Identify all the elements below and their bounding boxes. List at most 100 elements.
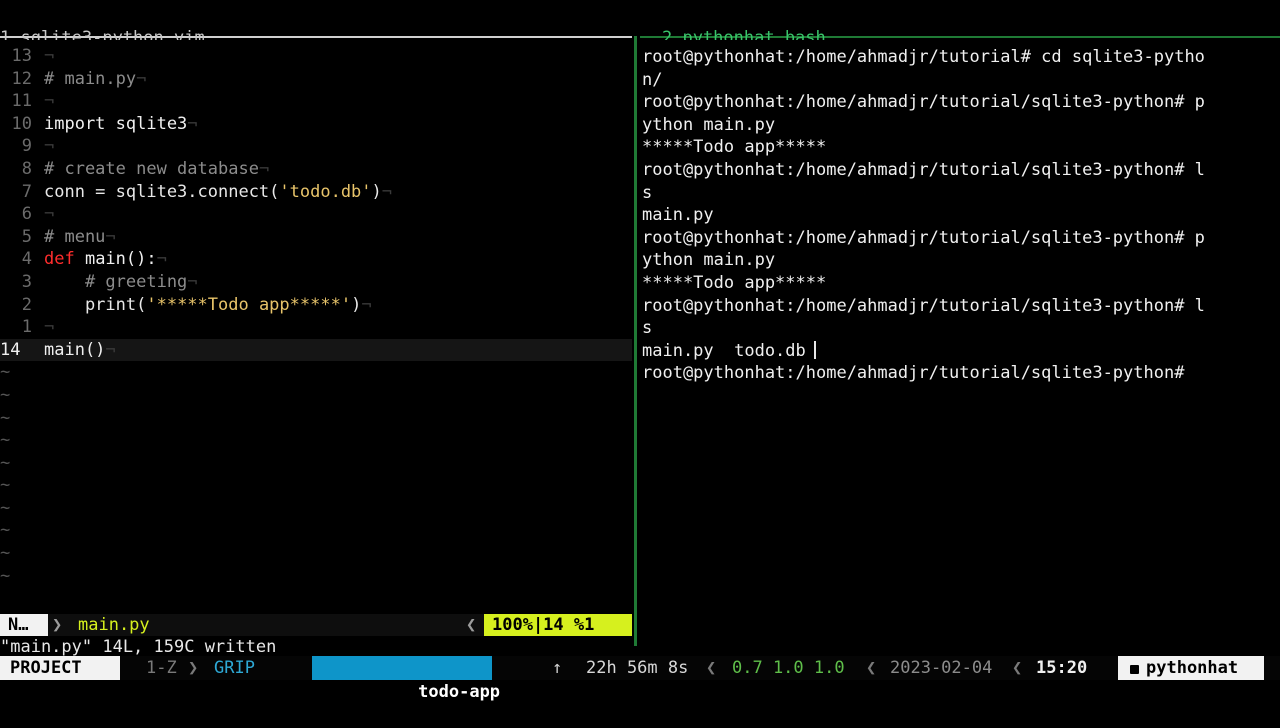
code-text: ¬ bbox=[44, 203, 54, 226]
line-number: 10 bbox=[11, 113, 32, 134]
eol-marker: ¬ bbox=[136, 68, 147, 89]
code-text: conn = sqlite3.connect('todo.db')¬ bbox=[44, 181, 392, 204]
tilde-marker: ~ bbox=[0, 475, 11, 496]
empty-buffer-line: ~ bbox=[0, 407, 632, 430]
line-number: 6 bbox=[21, 204, 32, 225]
editor-line[interactable]: 4 def main():¬ bbox=[0, 248, 632, 271]
bash-pane-title: 2 pythonhat bash bbox=[662, 28, 826, 40]
tmux-load-average: 0.7 1.0 1.0 bbox=[732, 658, 845, 678]
eol-marker: ¬ bbox=[105, 226, 116, 247]
pane-divider[interactable] bbox=[634, 36, 637, 646]
terminal-line: ython main.py bbox=[642, 249, 1268, 272]
tmux-status-bar: PROJECT 1-Z ❯ GRIP 2* ❯ todo-app ↑ 22h 5… bbox=[0, 656, 1280, 702]
empty-buffer-line: ~ bbox=[0, 452, 632, 475]
editor-line[interactable]: 14 main()¬ bbox=[0, 338, 632, 362]
editor-line[interactable]: 7 conn = sqlite3.connect('todo.db')¬ bbox=[0, 181, 632, 204]
code-token: # create new database bbox=[44, 158, 259, 179]
up-arrow-icon: ↑ bbox=[552, 658, 563, 678]
terminal-line-text: root@pythonhat:/home/ahmadjr/tutorial/sq… bbox=[642, 92, 1205, 113]
empty-buffer-line: ~ bbox=[0, 497, 632, 520]
terminal-line-text: main.py bbox=[642, 205, 714, 226]
keyword-token: def bbox=[44, 249, 75, 270]
tilde-marker: ~ bbox=[0, 543, 11, 564]
tilde-marker: ~ bbox=[0, 497, 11, 518]
empty-buffer-line: ~ bbox=[0, 429, 632, 452]
terminal-line: root@pythonhat:/home/ahmadjr/tutorial/sq… bbox=[642, 362, 1268, 385]
line-number: 1 bbox=[21, 317, 32, 338]
code-token: conn = sqlite3.connect('todo.db') bbox=[44, 181, 382, 202]
line-number: 11 bbox=[11, 91, 32, 112]
line-number: 8 bbox=[21, 158, 32, 179]
editor-line[interactable]: 8 # create new database¬ bbox=[0, 158, 632, 181]
code-token: main(): bbox=[74, 249, 157, 270]
terminal-line: *****Todo app***** bbox=[642, 136, 1268, 159]
terminal-line: main.py todo.db bbox=[642, 340, 1268, 363]
code-text: ¬ bbox=[44, 45, 54, 68]
vim-cursor-position: 100%|14 %1 bbox=[484, 614, 632, 636]
vim-filename: main.py bbox=[78, 615, 150, 635]
code-text: ¬ bbox=[44, 90, 54, 113]
vim-mode-indicator: N… bbox=[0, 614, 48, 636]
empty-buffer-line: ~ bbox=[0, 542, 632, 565]
empty-buffer-line: ~ bbox=[0, 474, 632, 497]
terminal-line: n/ bbox=[642, 69, 1268, 92]
editor-line[interactable]: 2 print('*****Todo app*****')¬ bbox=[0, 294, 632, 317]
terminal-line-text: root@pythonhat:/home/ahmadjr/tutorial# c… bbox=[642, 47, 1205, 67]
vim-status-line: N… ❯ main.py ❮ 100%|14 %1 bbox=[0, 614, 632, 636]
editor-line[interactable]: 11 ¬ bbox=[0, 90, 632, 113]
line-number: 13 bbox=[11, 46, 32, 66]
eol-marker: ¬ bbox=[258, 158, 270, 179]
tilde-marker: ~ bbox=[0, 430, 11, 451]
line-number: 3 bbox=[21, 271, 32, 292]
terminal-line-text: ython main.py bbox=[642, 250, 776, 271]
tmux-uptime: 22h 56m 8s bbox=[586, 658, 689, 678]
tmux-time: 15:20 bbox=[1036, 658, 1088, 678]
chevron-left-icon: ❮ bbox=[706, 658, 717, 678]
tmux-window-1-index[interactable]: 1-Z bbox=[146, 656, 177, 680]
code-token: # menu bbox=[44, 226, 106, 247]
terminal-line-text: root@pythonhat:/home/ahmadjr/tutorial/sq… bbox=[642, 227, 1205, 248]
eol-marker: ¬ bbox=[156, 249, 167, 270]
eol-marker: ¬ bbox=[44, 91, 55, 112]
terminal-line-text: *****Todo app***** bbox=[642, 272, 827, 293]
vim-editor-pane[interactable]: 13 ¬ 12 # main.py¬ 11 ¬ 10 import sqlite3¬ 9 ¬ 8 # … bbox=[0, 45, 632, 587]
editor-line[interactable]: 9 ¬ bbox=[0, 135, 632, 158]
lock-icon bbox=[1130, 665, 1139, 674]
editor-line[interactable]: 3 # greeting¬ bbox=[0, 271, 632, 294]
terminal-line-text: root@pythonhat:/home/ahmadjr/tutorial/sq… bbox=[642, 363, 1185, 384]
empty-buffer-line: ~ bbox=[0, 384, 632, 407]
line-number: 12 bbox=[11, 68, 32, 89]
vim-pane-title: 1 sqlite3-python vim bbox=[0, 28, 205, 40]
tilde-marker: ~ bbox=[0, 520, 11, 541]
tmux-window-2-active[interactable]: 2* ❯ todo-app bbox=[312, 656, 500, 702]
editor-line[interactable]: 12 # main.py¬ bbox=[0, 68, 632, 91]
bash-terminal-pane[interactable]: root@pythonhat:/home/ahmadjr/tutorial# c… bbox=[642, 46, 1268, 385]
terminal-line: s bbox=[642, 182, 1268, 205]
terminal-line-text: root@pythonhat:/home/ahmadjr/tutorial/sq… bbox=[642, 159, 1205, 180]
editor-line[interactable]: 5 # menu¬ bbox=[0, 226, 632, 249]
eol-marker: ¬ bbox=[44, 317, 55, 338]
tmux-session-name[interactable]: PROJECT bbox=[0, 656, 120, 680]
code-text: # main.py¬ bbox=[44, 68, 146, 91]
eol-marker: ¬ bbox=[381, 181, 393, 202]
tmux-window-2-index: 2* bbox=[366, 682, 388, 702]
tilde-marker: ~ bbox=[0, 565, 11, 586]
line-number: 14 bbox=[0, 339, 21, 360]
tilde-marker: ~ bbox=[0, 452, 11, 473]
editor-line[interactable]: 6 ¬ bbox=[0, 203, 632, 226]
editor-line[interactable]: 10 import sqlite3¬ bbox=[0, 113, 632, 136]
code-text: # menu¬ bbox=[44, 226, 116, 249]
terminal-line: root@pythonhat:/home/ahmadjr/tutorial/sq… bbox=[642, 227, 1268, 250]
tilde-marker: ~ bbox=[0, 384, 11, 405]
chevron-left-icon: ❮ bbox=[866, 658, 877, 678]
text-cursor-icon bbox=[813, 340, 816, 359]
code-text: print('*****Todo app*****')¬ bbox=[44, 294, 372, 317]
terminal-line: root@pythonhat:/home/ahmadjr/tutorial/sq… bbox=[642, 159, 1268, 182]
terminal-line-text: n/ bbox=[642, 69, 663, 90]
tmux-window-1-name[interactable]: GRIP bbox=[214, 656, 255, 680]
terminal-line: root@pythonhat:/home/ahmadjr/tutorial/sq… bbox=[642, 295, 1268, 318]
terminal-line: root@pythonhat:/home/ahmadjr/tutorial/sq… bbox=[642, 91, 1268, 114]
editor-line[interactable]: 1 ¬ bbox=[0, 316, 632, 339]
editor-line[interactable]: 13 ¬ bbox=[0, 45, 632, 68]
tmux-date: 2023-02-04 bbox=[890, 658, 993, 678]
